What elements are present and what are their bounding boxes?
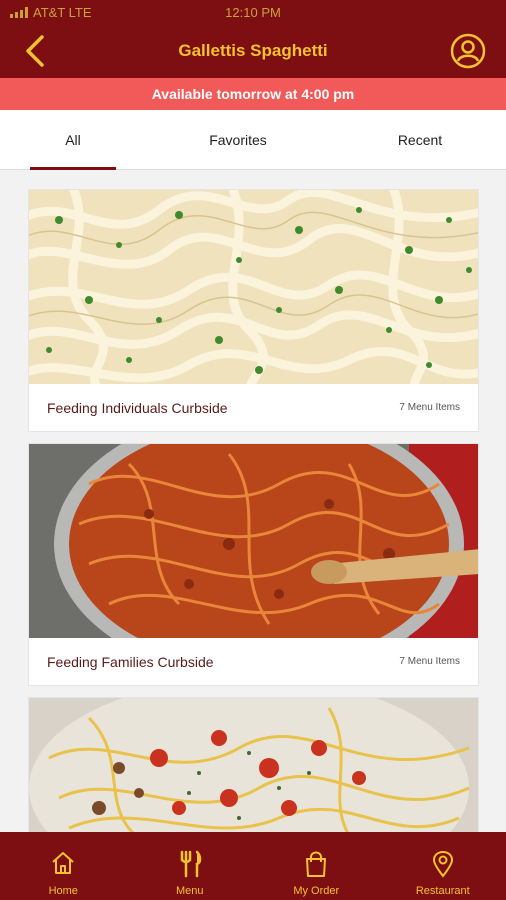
status-bar: AT&T LTE 12:10 PM <box>0 0 506 26</box>
fettuccine-alfredo-photo <box>29 190 478 384</box>
card-title: Feeding Families Curbside <box>47 654 214 670</box>
tab-recent[interactable]: Recent <box>375 110 465 170</box>
availability-banner: Available tomorrow at 4:00 pm <box>0 78 506 110</box>
profile-icon[interactable] <box>450 33 486 69</box>
shopping-bag-icon <box>306 851 327 877</box>
home-icon <box>52 852 74 874</box>
fork-knife-icon <box>180 850 201 878</box>
nav-menu[interactable]: Menu <box>127 832 254 900</box>
nav-my-order[interactable]: My Order <box>253 832 380 900</box>
tab-favorites[interactable]: Favorites <box>185 110 291 170</box>
menu-card-families[interactable]: Feeding Families Curbside 7 Menu Items <box>28 443 479 686</box>
nav-menu-label: Menu <box>175 885 204 897</box>
card-item-count: 7 Menu Items <box>399 656 460 667</box>
bottom-nav: Home Menu My Order Restaurant <box>0 832 506 900</box>
nav-restaurant-label: Restaurant <box>415 885 470 897</box>
tab-all[interactable]: All <box>30 110 116 170</box>
menu-card-individuals[interactable]: Feeding Individuals Curbside 7 Menu Item… <box>28 189 479 432</box>
back-arrow-icon[interactable] <box>22 34 50 68</box>
nav-restaurant[interactable]: Restaurant <box>380 832 506 900</box>
nav-home[interactable]: Home <box>0 832 127 900</box>
map-pin-icon <box>432 850 453 878</box>
spaghetti-bolognese-photo <box>29 444 478 638</box>
card-item-count: 7 Menu Items <box>399 402 460 413</box>
page-title: Gallettis Spaghetti <box>178 41 328 60</box>
card-title: Feeding Individuals Curbside <box>47 400 228 416</box>
nav-home-label: Home <box>48 885 78 897</box>
status-time: 12:10 PM <box>225 5 281 20</box>
app-header: AT&T LTE 12:10 PM Gallettis Spaghetti <box>0 0 506 78</box>
tab-bar: All Favorites Recent <box>0 110 506 170</box>
nav-my-order-label: My Order <box>293 885 340 897</box>
